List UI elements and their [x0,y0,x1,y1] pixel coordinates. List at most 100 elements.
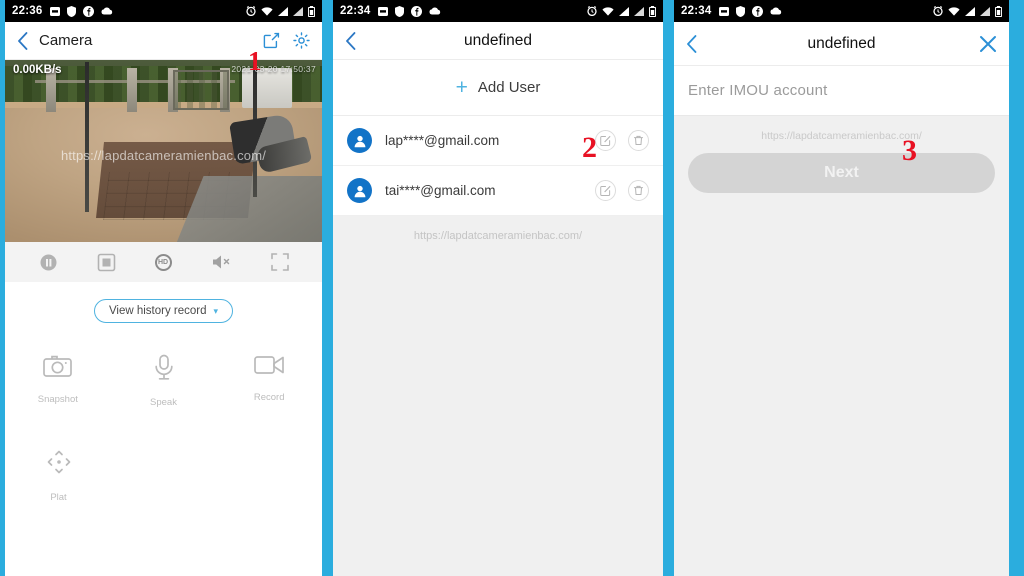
record-button[interactable]: Record [216,354,322,408]
video-control-bar: HD [5,242,322,282]
shield-icon [736,5,746,17]
table-row[interactable]: tai****@gmail.com [333,166,663,216]
status-bar-time: 22:34 [340,5,371,17]
trash-icon[interactable] [628,180,649,201]
facebook-icon [83,5,95,17]
screenshot-icon [719,6,730,16]
step-marker-3: 3 [902,134,917,167]
panel-2-filler [333,256,663,576]
hd-quality-icon[interactable]: HD [154,253,172,271]
pause-icon[interactable] [39,253,58,272]
user-email: lap****@gmail.com [385,133,500,148]
edit-icon[interactable] [595,180,616,201]
plat-label: Plat [50,492,67,503]
table-row[interactable]: lap****@gmail.com [333,116,663,166]
snapshot-label: Snapshot [37,394,78,405]
imou-account-field[interactable]: Enter IMOU account 3 [674,66,1009,166]
shield-icon [395,5,405,17]
close-icon[interactable] [979,35,997,53]
plus-icon: + [455,76,468,99]
back-chevron-icon[interactable] [686,34,706,53]
snapshot-button[interactable]: Snapshot [5,354,111,408]
status-bar-right-icons [246,5,315,17]
function-row-secondary: Plat [5,408,322,503]
next-button-label: Next [824,164,859,181]
cloud-icon [101,7,113,15]
phone-panel-camera-live: 22:36 Camera 1 0.00KB/s 2021-03-20 17:50… [0,0,322,576]
video-timestamp: 2021-03-20 17:50:37 [231,64,316,74]
next-button[interactable]: Next [688,153,995,193]
back-chevron-icon[interactable] [17,31,37,50]
screenshot-stage: 22:36 Camera 1 0.00KB/s 2021-03-20 17:50… [0,0,1024,576]
signal-2-icon [293,6,303,16]
row-actions [595,130,649,151]
hd-quality-label: HD [154,253,172,271]
phone-panel-add-account: 22:34 undefined Enter IMOU account 3 htt… [674,0,1014,576]
screenshot-icon [50,6,61,16]
panel-divider-1 [322,0,333,576]
page-title: undefined [463,31,533,49]
nav-actions [979,35,997,53]
watermark: https://lapdatcameramienbac.com/ [761,130,922,142]
video-pole [85,62,89,212]
shield-icon [67,5,77,17]
function-row-primary: Snapshot Speak Record [5,340,322,408]
video-post [127,68,137,112]
live-video-feed[interactable]: 0.00KB/s 2021-03-20 17:50:37 https://lap… [5,60,322,242]
video-record-icon [254,354,285,376]
signal-icon [619,6,629,16]
wifi-icon [261,6,273,16]
pan-tilt-icon [45,448,73,476]
trash-icon[interactable] [628,130,649,151]
signal-icon [965,6,975,16]
status-bar: 22:34 [333,0,663,22]
alarm-icon [933,6,943,16]
share-icon[interactable] [263,32,280,49]
back-chevron-icon[interactable] [345,31,365,50]
fullscreen-icon[interactable] [270,253,289,271]
screenshot-icon [378,6,389,16]
status-bar-right-icons [587,5,656,17]
panel-3-filler [674,193,1009,576]
edit-icon[interactable] [595,130,616,151]
battery-icon [649,5,656,17]
page-title: Camera [39,32,93,49]
status-bar: 22:36 [5,0,322,22]
nav-bar: Camera 1 [5,22,322,75]
add-user-button[interactable]: + Add User 2 [333,60,663,163]
signal-2-icon [634,6,644,16]
wifi-icon [602,6,614,16]
microphone-icon [153,354,175,381]
page-title: undefined [807,34,876,52]
battery-icon [308,5,315,17]
alarm-icon [246,6,256,16]
record-label: Record [253,392,285,403]
speak-label: Speak [150,397,177,408]
snapshot-frame-icon[interactable] [97,253,116,272]
view-history-record-button[interactable]: View history record ▾ [93,299,234,323]
alarm-icon [587,6,597,16]
panel-1-filler [5,503,322,576]
speak-button[interactable]: Speak [111,354,217,408]
plat-button[interactable]: Plat [5,448,112,503]
mute-icon[interactable] [211,253,232,271]
view-history-record-label: View history record [108,305,207,317]
chevron-down-icon: ▾ [213,305,219,316]
avatar [347,128,372,153]
nav-actions [263,32,310,49]
status-bar: 22:34 [674,0,1009,22]
signal-2-icon [980,6,990,16]
video-bitrate-label: 0.00KB/s [13,64,62,76]
status-bar-left-icons [719,5,933,17]
avatar [347,178,372,203]
user-email: tai****@gmail.com [385,183,496,198]
cloud-icon [770,7,782,15]
gear-icon[interactable] [293,32,310,49]
facebook-icon [411,5,423,17]
row-actions [595,180,649,201]
wifi-icon [948,6,960,16]
watermark: https://lapdatcameramienbac.com/ [333,216,663,256]
status-bar-right-icons [933,5,1002,17]
imou-account-placeholder: Enter IMOU account [688,82,828,99]
camera-icon [43,354,73,378]
